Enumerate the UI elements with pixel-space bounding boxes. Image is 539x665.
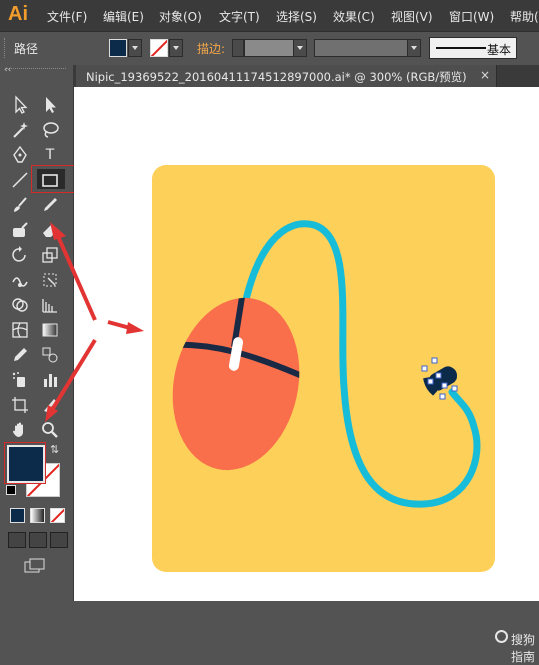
- fill-dropdown-button[interactable]: [128, 39, 142, 57]
- stroke-weight-dropdown[interactable]: [293, 39, 307, 57]
- document-tab-title: Nipic_19369522_20160411174512897000.ai* …: [86, 70, 467, 84]
- mouse-body: [172, 297, 300, 471]
- fill-color-highlight: [4, 442, 46, 484]
- stroke-label[interactable]: 描边:: [197, 40, 225, 57]
- watermark: 搜狗指南: [495, 630, 539, 665]
- column-graph-tool-icon[interactable]: [40, 370, 60, 390]
- zoom-tool-icon[interactable]: [40, 420, 60, 440]
- draw-normal-icon[interactable]: [8, 532, 26, 548]
- pencil-tool-icon[interactable]: [40, 195, 60, 215]
- blend-tool-icon[interactable]: [40, 345, 60, 365]
- draw-inside-icon[interactable]: [50, 532, 68, 548]
- menu-help[interactable]: 帮助(: [510, 8, 539, 25]
- tools-panel-grip[interactable]: [6, 68, 66, 73]
- menu-select[interactable]: 选择(S): [276, 8, 317, 25]
- brush-label: 基本: [487, 43, 512, 57]
- selection-tool-icon[interactable]: [10, 95, 30, 115]
- color-mode-button[interactable]: [10, 508, 25, 523]
- default-colors-icon[interactable]: [6, 485, 16, 495]
- collapse-arrows-icon[interactable]: ‹‹: [4, 65, 11, 75]
- menu-bar: Ai 文件(F) 编辑(E) 对象(O) 文字(T) 选择(S) 效果(C) 视…: [0, 0, 539, 31]
- blob-brush-tool-icon[interactable]: [10, 220, 30, 240]
- menu-type[interactable]: 文字(T): [219, 8, 260, 25]
- watermark-logo-icon: [495, 630, 508, 643]
- screen-mode-icon[interactable]: [24, 558, 45, 573]
- artwork: [163, 220, 481, 508]
- document-canvas[interactable]: 搜狗指南: [74, 87, 539, 664]
- brush-stroke-preview: [436, 47, 486, 49]
- free-transform-tool-icon[interactable]: [40, 270, 60, 290]
- pen-tool-icon[interactable]: [10, 145, 30, 165]
- menu-view[interactable]: 视图(V): [391, 8, 433, 25]
- slice-tool-icon[interactable]: [40, 395, 60, 415]
- eyedropper-tool-icon[interactable]: [10, 345, 30, 365]
- swap-fill-stroke-icon[interactable]: ⇅: [50, 443, 59, 456]
- stroke-weight-stepper[interactable]: [232, 39, 244, 57]
- magic-wand-tool-icon[interactable]: [10, 120, 30, 140]
- panel-grip[interactable]: [4, 38, 8, 58]
- gradient-mode-button[interactable]: [30, 508, 45, 523]
- warp-tool-icon[interactable]: [10, 270, 30, 290]
- stroke-weight-input[interactable]: [244, 39, 294, 57]
- tools-panel: ‹‹ T ⇅: [0, 65, 75, 601]
- rotate-tool-icon[interactable]: [10, 245, 30, 265]
- line-segment-tool-icon[interactable]: [10, 170, 30, 190]
- perspective-grid-tool-icon[interactable]: [40, 295, 60, 315]
- scale-tool-icon[interactable]: [40, 245, 60, 265]
- draw-behind-icon[interactable]: [29, 532, 47, 548]
- watermark-text: 搜狗指南: [511, 633, 536, 664]
- variable-width-profile[interactable]: [314, 39, 408, 57]
- artboard-tool-icon[interactable]: [10, 395, 30, 415]
- document-tab-bar: Nipic_19369522_20160411174512897000.ai* …: [74, 65, 539, 87]
- type-tool-icon[interactable]: T: [40, 145, 60, 165]
- fill-color-swatch[interactable]: [109, 39, 127, 57]
- paintbrush-tool-icon[interactable]: [10, 195, 30, 215]
- menu-edit[interactable]: 编辑(E): [103, 8, 144, 25]
- menu-file[interactable]: 文件(F): [47, 8, 87, 25]
- eraser-tool-icon[interactable]: [40, 220, 60, 240]
- stroke-dropdown-button[interactable]: [169, 39, 183, 57]
- close-icon[interactable]: ×: [480, 68, 490, 82]
- control-bar: 路径 描边: 基本: [0, 31, 539, 66]
- object-type-label: 路径: [14, 42, 39, 56]
- menu-object[interactable]: 对象(O): [159, 8, 202, 25]
- mesh-tool-icon[interactable]: [10, 320, 30, 340]
- menu-window[interactable]: 窗口(W): [449, 8, 494, 25]
- shape-builder-tool-icon[interactable]: [10, 295, 30, 315]
- rectangle-tool-icon[interactable]: [40, 170, 60, 190]
- symbol-sprayer-tool-icon[interactable]: [10, 370, 30, 390]
- lasso-tool-icon[interactable]: [40, 120, 60, 140]
- gradient-tool-icon[interactable]: [40, 320, 60, 340]
- none-mode-button[interactable]: [50, 508, 65, 523]
- direct-selection-tool-icon[interactable]: [40, 95, 60, 115]
- document-tab[interactable]: Nipic_19369522_20160411174512897000.ai* …: [76, 65, 497, 87]
- variable-width-dropdown[interactable]: [407, 39, 421, 57]
- app-logo: Ai: [8, 3, 28, 25]
- menu-effect[interactable]: 效果(C): [333, 8, 375, 25]
- stroke-color-swatch[interactable]: [150, 39, 168, 57]
- brush-definition-select[interactable]: 基本: [429, 37, 517, 59]
- hand-tool-icon[interactable]: [10, 420, 30, 440]
